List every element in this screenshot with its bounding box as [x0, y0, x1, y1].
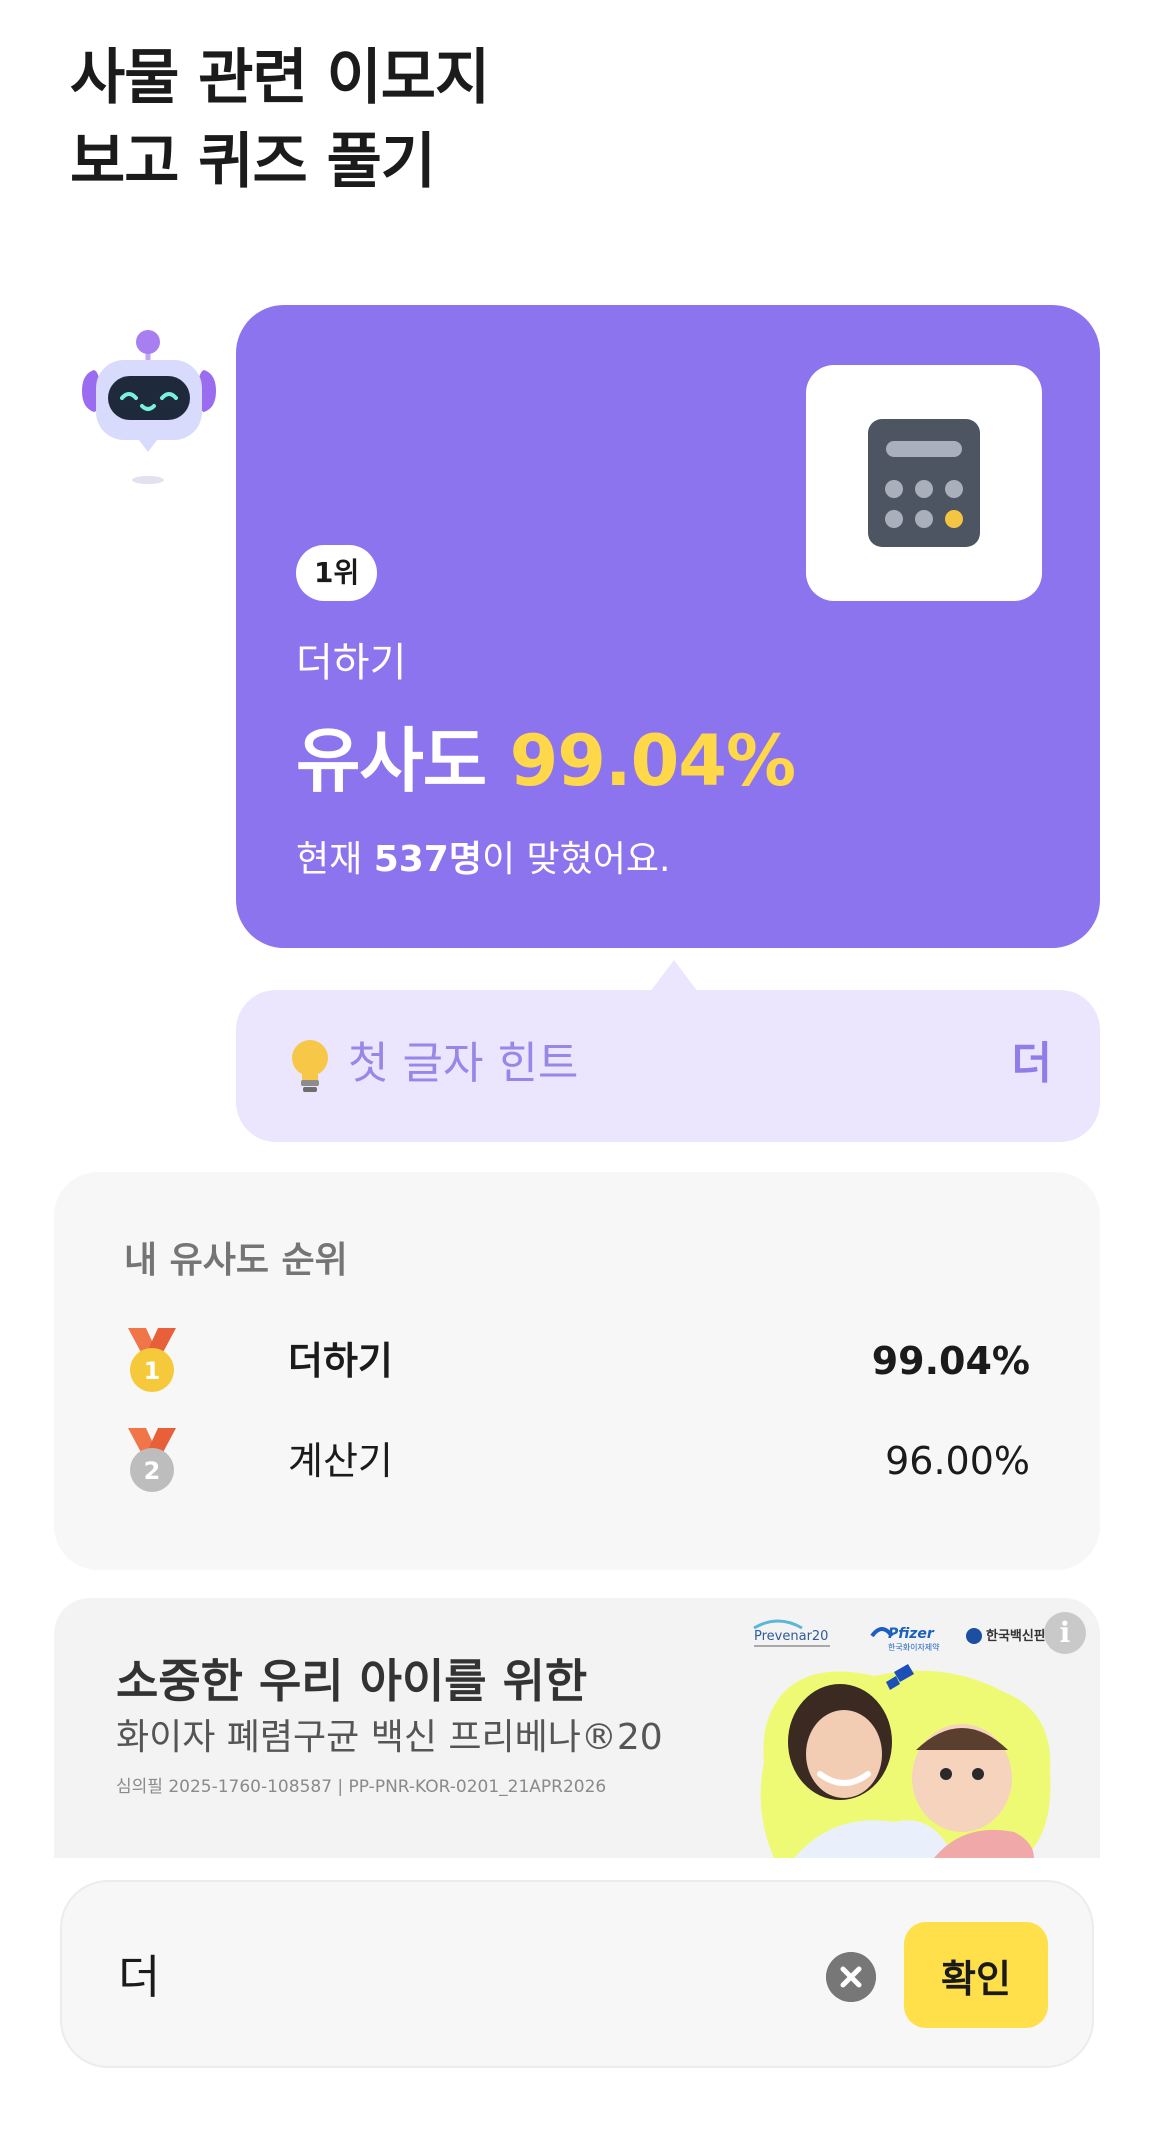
calculator-icon: [868, 419, 980, 547]
ad-headline: 소중한 우리 아이를 위한: [116, 1654, 588, 1708]
page-title-line2: 보고 퀴즈 풀기: [70, 127, 436, 197]
robot-mascot-icon: [82, 330, 216, 484]
ranking-word: 계산기: [288, 1439, 393, 1483]
medal-number: 2: [144, 1457, 161, 1485]
my-similarity-ranking: 내 유사도 순위 1 더하기 99.04% 2 계산기 96.00%: [54, 1172, 1100, 1570]
solved-suffix: 이 맞혔어요.: [481, 839, 671, 880]
medal-number: 1: [144, 1357, 161, 1385]
ad-legal-notice: 심의필 2025-1760-108587 | PP-PNR-KOR-0201_2…: [116, 1777, 607, 1797]
solved-count: 537명: [373, 839, 482, 880]
solved-count-text: 현재 537명이 맞혔어요.: [296, 835, 670, 885]
brand-pfizer-sub: 한국화이자제약: [888, 1642, 940, 1652]
first-letter-hint[interactable]: 첫 글자 힌트 더: [236, 990, 1100, 1142]
solved-prefix: 현재: [296, 839, 363, 880]
clear-input-icon[interactable]: [826, 1952, 876, 2002]
hint-label: 첫 글자 힌트: [348, 1038, 579, 1089]
ad-subline: 화이자 폐렴구균 백신 프리베나®20: [116, 1717, 663, 1758]
gold-medal-icon: 1: [128, 1328, 176, 1392]
quiz-emoji-box: [806, 365, 1042, 601]
ad-info-icon[interactable]: i: [1044, 1612, 1086, 1654]
similarity-value: 99.04%: [509, 720, 797, 802]
result-card: 1위 더하기 유사도 99.04% 현재 537명이 맞혔어요.: [236, 305, 1100, 948]
ranking-word: 더하기: [288, 1339, 393, 1383]
page-title-line1: 사물 관련 이모지: [70, 43, 490, 113]
guess-word: 더하기: [296, 640, 407, 686]
similarity-label: 유사도: [296, 720, 487, 802]
ad-brand-logos: Prevenar20 Pfizer 한국화이자제약 한국백신판매(주): [753, 1619, 1078, 1652]
ranking-row: 2 계산기 96.00%: [124, 1426, 1030, 1496]
answer-input[interactable]: [118, 1934, 818, 2014]
ranking-score: 99.04%: [871, 1339, 1030, 1383]
rank-badge: 1위: [296, 545, 378, 601]
confirm-button[interactable]: 확인: [904, 1922, 1048, 2028]
similarity-score: 유사도 99.04%: [296, 713, 797, 809]
ranking-title: 내 유사도 순위: [124, 1240, 348, 1281]
hint-pointer: [650, 960, 698, 992]
ad-photo-mother-baby: [760, 1664, 1051, 1858]
ad-banner[interactable]: 소중한 우리 아이를 위한 화이자 폐렴구균 백신 프리베나®20 심의필 20…: [54, 1598, 1100, 1858]
ranking-score: 96.00%: [885, 1439, 1030, 1483]
hint-value: 더: [1011, 1038, 1052, 1089]
brand-pfizer: Pfizer: [888, 1626, 935, 1642]
brand-prevenar: Prevenar20: [754, 1629, 828, 1644]
lightbulb-icon: [292, 1040, 328, 1092]
silver-medal-icon: 2: [128, 1428, 176, 1492]
page-title: 사물 관련 이모지 보고 퀴즈 풀기: [70, 36, 490, 204]
answer-input-bar: 확인: [60, 1880, 1094, 2068]
ranking-row: 1 더하기 99.04%: [124, 1326, 1030, 1396]
